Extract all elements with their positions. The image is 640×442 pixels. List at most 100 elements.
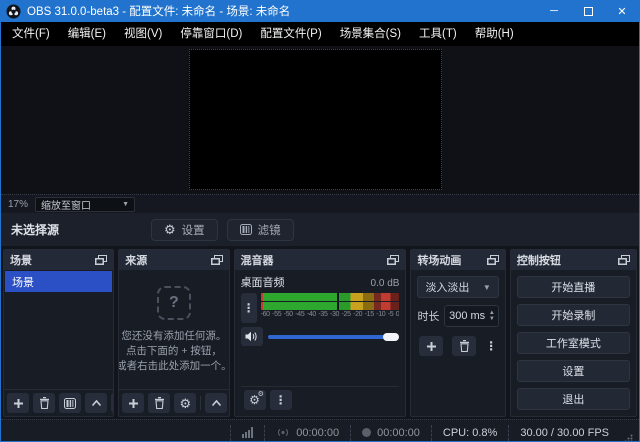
transitions-panel-header: 转场动画 (411, 250, 504, 270)
popout-icon[interactable] (487, 255, 499, 265)
fps-value: 30.00 / 30.00 FPS (520, 427, 609, 439)
remove-source-button[interactable] (148, 393, 170, 413)
start-recording-button[interactable]: 开始录制 (517, 304, 630, 326)
menu-docks[interactable]: 停靠窗口(D) (171, 22, 251, 46)
scenes-panel-header: 场景 (4, 250, 113, 270)
duration-label: 时长 (417, 308, 439, 324)
sources-empty-state[interactable]: ? 您还没有添加任何源。 点击下面的 + 按钮， 或者右击此处添加一个。 (119, 270, 228, 389)
remove-scene-button[interactable] (33, 393, 55, 413)
transitions-panel-title: 转场动画 (417, 252, 461, 268)
scenes-panel-title: 场景 (10, 252, 32, 268)
advanced-audio-icon: ⚙⚙ (249, 394, 260, 406)
fps-status: 30.00 / 30.00 FPS (508, 425, 620, 441)
menu-file[interactable]: 文件(F) (3, 22, 59, 46)
resize-grip[interactable] (624, 434, 633, 442)
duration-value: 300 ms (445, 310, 488, 322)
move-scene-up-button[interactable] (85, 393, 107, 413)
popout-icon[interactable] (387, 255, 399, 265)
plus-icon (13, 398, 24, 409)
sources-empty-line: 点击下面的 + 按钮， (126, 344, 222, 359)
sources-panel: 来源 ? 您还没有添加任何源。 点击下面的 + 按钮， 或者右击此处添加一个。 (118, 249, 229, 417)
maximize-button[interactable] (571, 0, 605, 22)
source-properties-label: 设置 (182, 222, 205, 238)
source-filters-label: 滤镜 (258, 222, 281, 238)
spinner-arrows[interactable]: ▲▼ (489, 310, 498, 322)
volume-meter-scale: -60-55-50-45-40-35-30-25-20-15-10-50 (261, 311, 400, 318)
menu-bar: 文件(F) 编辑(E) 视图(V) 停靠窗口(D) 配置文件(P) 场景集合(S… (1, 22, 639, 46)
chevron-down-icon: ▼ (122, 201, 129, 208)
duration-spinner[interactable]: 300 ms ▲▼ (444, 305, 498, 327)
popout-icon[interactable] (211, 255, 223, 265)
popout-icon[interactable] (95, 255, 107, 265)
menu-view[interactable]: 视图(V) (115, 22, 171, 46)
mute-button[interactable] (241, 327, 263, 346)
chevron-down-icon: ▼ (483, 283, 491, 292)
speaker-icon (245, 331, 258, 342)
popout-icon[interactable] (618, 255, 630, 265)
add-scene-button[interactable] (7, 393, 29, 413)
transition-dropdown[interactable]: 淡入淡出 ▼ (417, 276, 498, 298)
gear-icon: ⚙ (179, 397, 191, 410)
volume-slider[interactable] (268, 330, 400, 344)
remove-transition-button[interactable] (452, 336, 476, 356)
menu-edit[interactable]: 编辑(E) (59, 22, 115, 46)
sources-toolbar: ⚙ ⋮ (119, 389, 228, 416)
menu-profile[interactable]: 配置文件(P) (251, 22, 330, 46)
advanced-audio-button[interactable]: ⚙⚙ (244, 390, 266, 410)
add-transition-button[interactable] (419, 336, 443, 356)
zoom-level: 17% (8, 199, 28, 210)
preview-canvas[interactable] (1, 46, 639, 194)
move-source-up-button[interactable] (205, 393, 227, 413)
chevron-up-icon (91, 399, 102, 407)
plus-icon (426, 341, 437, 352)
signal-bars-icon (242, 427, 253, 438)
menu-help[interactable]: 帮助(H) (466, 22, 523, 46)
toolbar-separator (200, 396, 201, 410)
transitions-more-button[interactable]: ⋮ (485, 339, 497, 353)
spin-down-icon[interactable]: ▼ (489, 316, 495, 322)
audio-source-name: 桌面音频 (241, 274, 285, 290)
menu-tools[interactable]: 工具(T) (410, 22, 466, 46)
scenes-more-button[interactable]: ⋮ (111, 393, 113, 413)
controls-panel: 控制按钮 开始直播 开始录制 工作室模式 设置 退出 (510, 249, 637, 417)
broadcast-icon (276, 427, 290, 438)
channel-options-button[interactable]: ⋮ (241, 293, 257, 323)
zoom-mode-dropdown[interactable]: 缩放至窗口 ▼ (35, 197, 135, 212)
exit-button[interactable]: 退出 (517, 388, 630, 410)
source-filters-button[interactable]: 滤镜 (227, 219, 294, 241)
start-streaming-button[interactable]: 开始直播 (517, 276, 630, 298)
scenes-list: 场景 (4, 270, 113, 389)
scene-filters-button[interactable] (59, 393, 81, 413)
stream-status: 00:00:00 (264, 425, 350, 441)
scenes-toolbar: ⋮ (4, 389, 113, 416)
close-button[interactable]: ✕ (605, 0, 639, 22)
audio-level-db: 0.0 dB (371, 278, 400, 289)
title-bar: OBS 31.0.0-beta3 - 配置文件: 未命名 - 场景: 未命名 ─… (1, 0, 639, 22)
add-source-button[interactable] (122, 393, 144, 413)
filter-icon (240, 224, 252, 235)
menu-scene-collection[interactable]: 场景集合(S) (331, 22, 410, 46)
controls-panel-header: 控制按钮 (511, 250, 636, 270)
minimize-button[interactable]: ─ (537, 0, 571, 22)
transitions-panel: 转场动画 淡入淡出 ▼ 时长 300 ms ▲▼ (410, 249, 505, 417)
source-properties-button[interactable]: ⚙ 设置 (151, 219, 218, 241)
window-controls: ─ ✕ (537, 0, 639, 22)
source-properties-toolbar-button[interactable]: ⚙ (174, 393, 196, 413)
studio-mode-button[interactable]: 工作室模式 (517, 332, 630, 354)
scene-list-item[interactable]: 场景 (5, 271, 112, 292)
transition-value: 淡入淡出 (425, 279, 469, 295)
kebab-icon: ⋮ (243, 301, 255, 315)
scene-preview[interactable] (189, 49, 442, 190)
obs-main-window: OBS 31.0.0-beta3 - 配置文件: 未命名 - 场景: 未命名 ─… (0, 0, 640, 442)
cpu-usage: CPU: 0.8% (431, 425, 508, 441)
record-status: 00:00:00 (350, 425, 431, 441)
maximize-icon (584, 7, 593, 16)
connection-status (230, 425, 264, 441)
filter-icon (64, 398, 76, 409)
volume-slider-handle[interactable] (383, 333, 399, 341)
context-buttons: ⚙ 设置 滤镜 (151, 219, 294, 241)
plus-icon (128, 398, 139, 409)
mixer-more-button[interactable]: ⋮ (270, 390, 292, 410)
record-time: 00:00:00 (377, 427, 420, 439)
settings-button[interactable]: 设置 (517, 360, 630, 382)
